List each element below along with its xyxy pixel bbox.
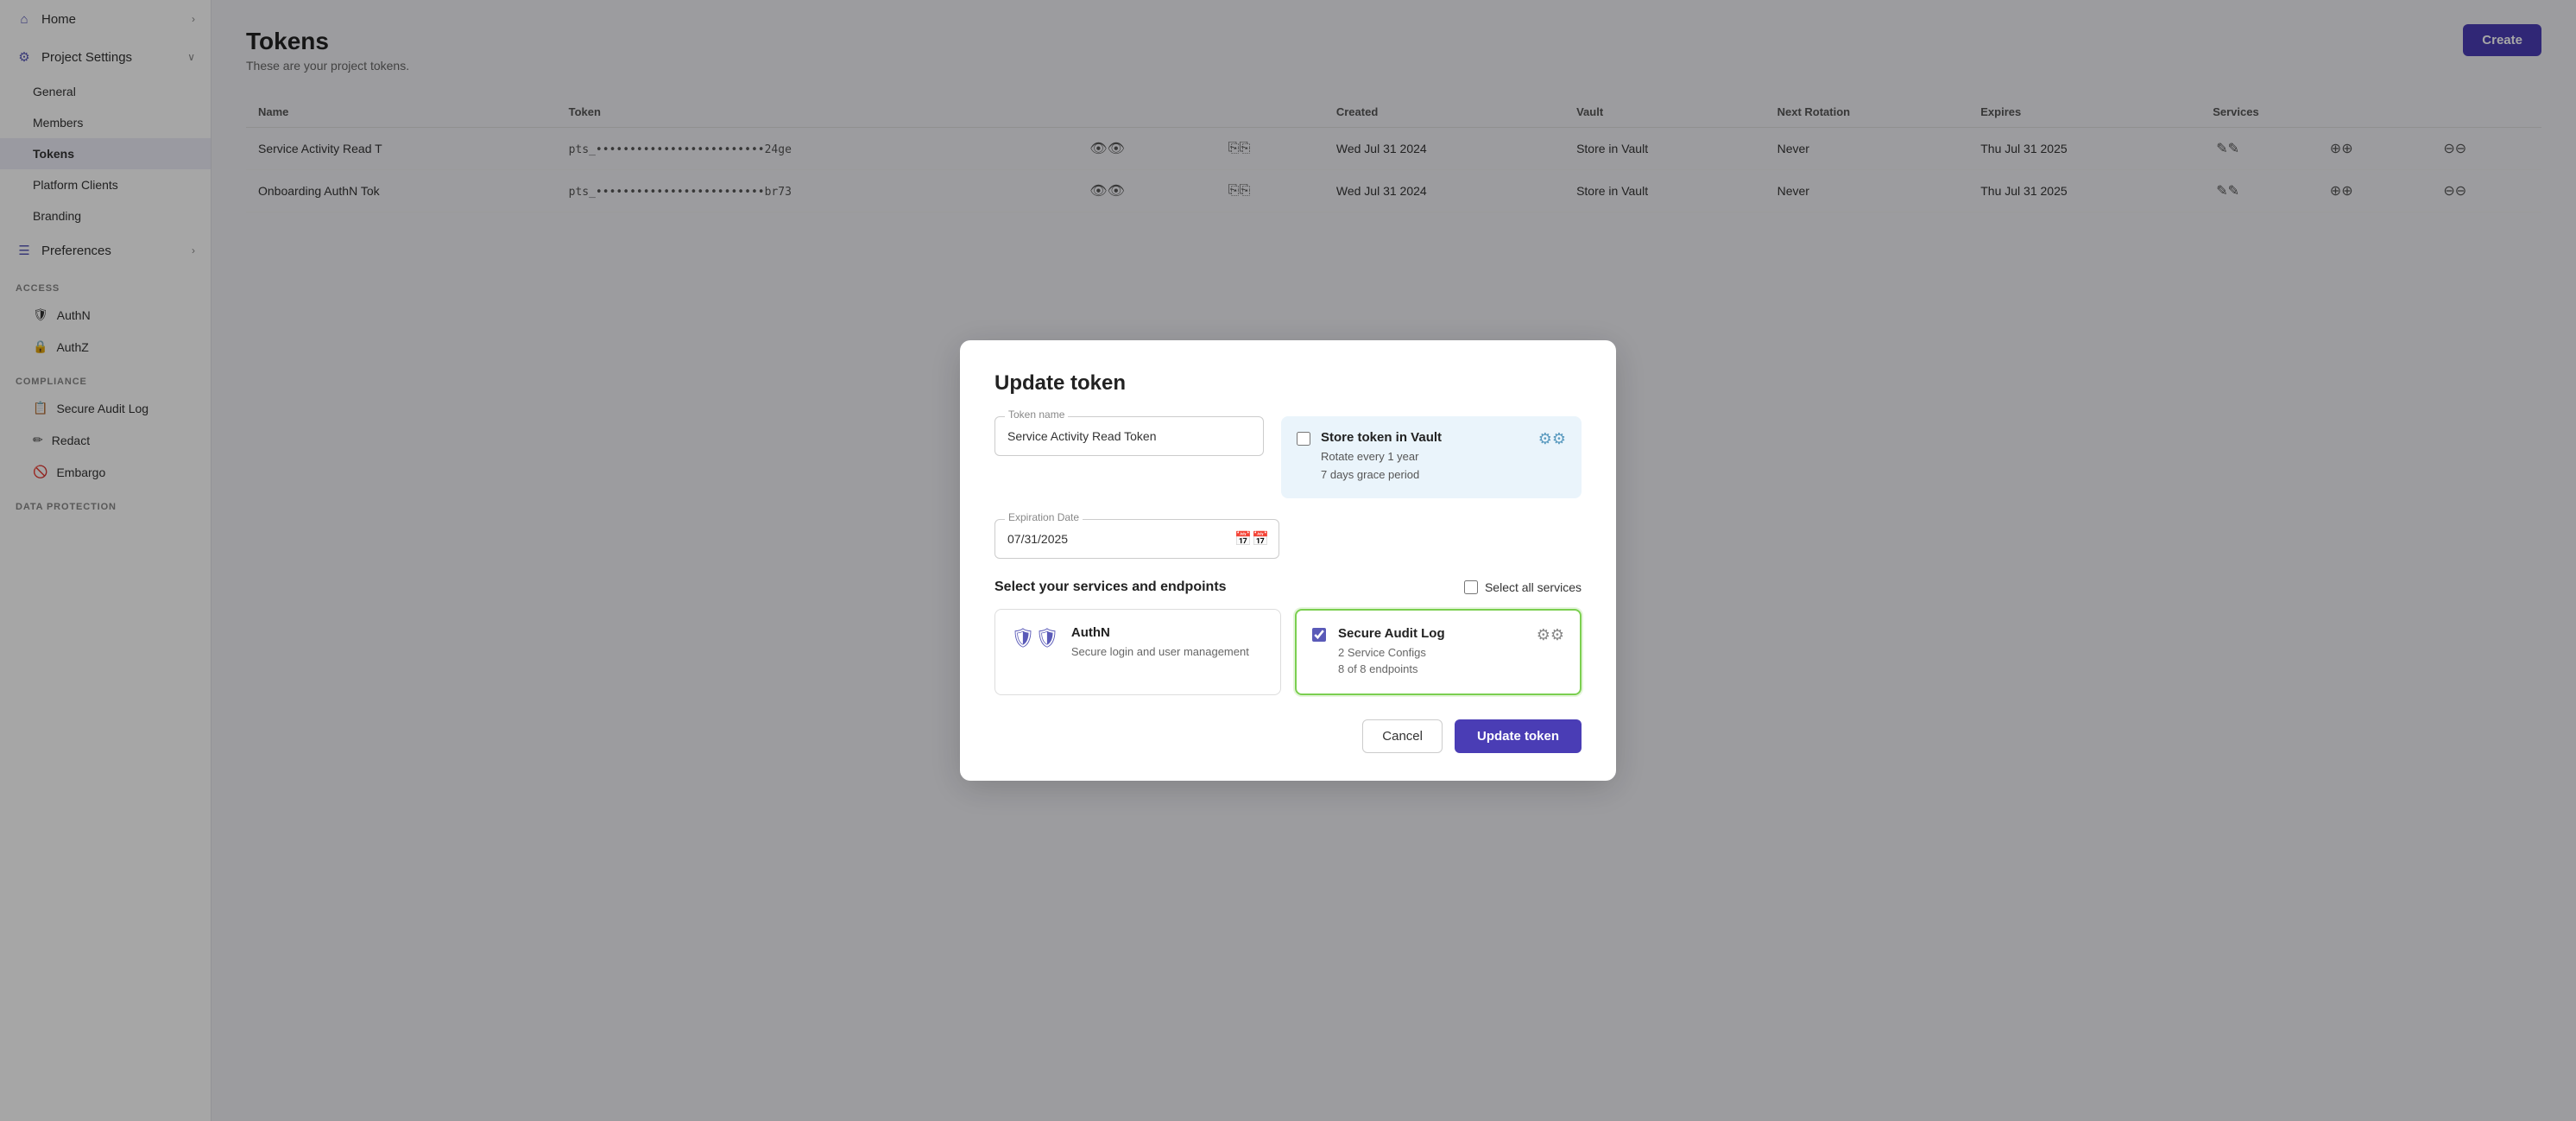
authn-service-text: AuthN Secure login and user management [1071,625,1265,661]
services-grid: 🛡 AuthN Secure login and user management… [994,609,1582,695]
vault-card-title: Store token in Vault [1321,430,1528,445]
secure-audit-log-sub-2: 8 of 8 endpoints [1338,661,1525,678]
token-name-input[interactable] [994,416,1264,456]
token-name-field: Token name [994,416,1264,498]
authn-service-icon: 🛡 [1011,627,1059,649]
secure-audit-log-checkbox[interactable] [1312,628,1326,642]
modal-overlay: Update token Token name Store token in V… [212,0,2576,1121]
expiration-label: Expiration Date [1005,511,1083,523]
modal-footer: Cancel Update token [994,719,1582,753]
modal-title: Update token [994,371,1582,396]
cancel-button[interactable]: Cancel [1362,719,1443,753]
secure-audit-log-gear-icon[interactable]: ⚙ [1537,626,1564,644]
modal-form-row-2: Expiration Date 📅 [994,519,1582,559]
vault-card-sub-1: Rotate every 1 year [1321,448,1528,466]
vault-gear-icon[interactable]: ⚙ [1538,430,1566,448]
calendar-icon: 📅 [1234,530,1269,548]
select-all-row: Select all services [1464,580,1582,594]
token-name-label: Token name [1005,408,1068,421]
services-section-title: Select your services and endpoints [994,580,1227,595]
authn-service-subtitle: Secure login and user management [1071,643,1265,661]
service-card-authn: 🛡 AuthN Secure login and user management [994,609,1281,695]
vault-card-spacer [1297,519,1582,559]
update-token-button[interactable]: Update token [1455,719,1582,753]
vault-checkbox[interactable] [1297,432,1310,446]
service-card-secure-audit-log: Secure Audit Log 2 Service Configs 8 of … [1295,609,1582,695]
vault-card-text: Store token in Vault Rotate every 1 year… [1321,430,1528,484]
select-all-label: Select all services [1485,580,1582,594]
expiration-field: Expiration Date 📅 [994,519,1279,559]
modal-form-row-1: Token name Store token in Vault Rotate e… [994,416,1582,498]
select-all-checkbox[interactable] [1464,580,1478,594]
main-content: Create Tokens These are your project tok… [212,0,2576,1121]
vault-card-sub-2: 7 days grace period [1321,466,1528,484]
services-header: Select your services and endpoints Selec… [994,580,1582,595]
update-token-modal: Update token Token name Store token in V… [960,340,1616,781]
secure-audit-log-text: Secure Audit Log 2 Service Configs 8 of … [1338,626,1525,678]
secure-audit-log-title: Secure Audit Log [1338,626,1525,641]
authn-service-title: AuthN [1071,625,1265,640]
vault-card: Store token in Vault Rotate every 1 year… [1281,416,1582,498]
secure-audit-log-sub-1: 2 Service Configs [1338,644,1525,662]
